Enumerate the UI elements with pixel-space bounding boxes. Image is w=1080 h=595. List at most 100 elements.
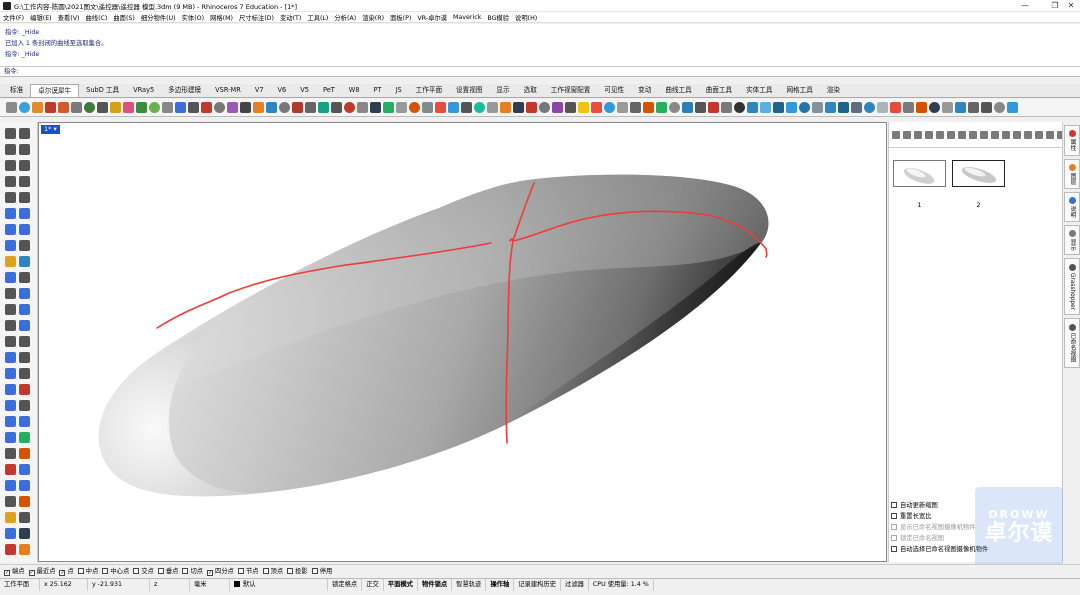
tool-icon[interactable]: [812, 102, 823, 113]
tool-icon[interactable]: [19, 144, 30, 155]
checkbox[interactable]: [182, 568, 189, 574]
tab[interactable]: 渲染: [820, 84, 847, 97]
tool-icon[interactable]: [58, 102, 69, 113]
tool-icon[interactable]: [968, 102, 979, 113]
tool-icon[interactable]: [19, 480, 30, 491]
tab[interactable]: 卓尔谟犀牛: [30, 84, 80, 97]
menu-item[interactable]: Maverick: [453, 14, 481, 21]
tool-icon[interactable]: [773, 102, 784, 113]
remote-body[interactable]: [98, 174, 769, 497]
tool-icon[interactable]: [84, 102, 95, 113]
tool-icon[interactable]: [5, 224, 16, 235]
command-input[interactable]: 指令:: [0, 67, 1080, 77]
panel-tool-icon[interactable]: [958, 130, 966, 139]
tool-icon[interactable]: [760, 102, 771, 113]
side-tab[interactable]: 已命名视图: [1064, 318, 1080, 368]
tool-icon[interactable]: [201, 102, 212, 113]
osnap-checkbox[interactable]: ✓ 最近点: [28, 566, 55, 576]
checkbox[interactable]: ✓: [207, 569, 214, 576]
status-toggle[interactable]: 锁定格点: [328, 578, 363, 591]
tool-icon[interactable]: [253, 102, 264, 113]
osnap-checkbox[interactable]: 中心点: [102, 566, 129, 575]
checkbox[interactable]: [891, 513, 897, 519]
tool-icon[interactable]: [5, 512, 16, 523]
osnap-checkbox[interactable]: 投影: [287, 566, 308, 575]
tool-icon[interactable]: [5, 336, 16, 347]
tool-icon[interactable]: [5, 544, 16, 555]
viewport-label[interactable]: 1* ▾: [41, 125, 60, 134]
status-toggle[interactable]: 物件锁点: [418, 578, 453, 591]
tool-icon[interactable]: [292, 102, 303, 113]
tool-icon[interactable]: [5, 352, 16, 363]
menu-item[interactable]: 工具(L): [307, 13, 328, 22]
close-button[interactable]: ✕: [1062, 0, 1080, 12]
panel-tool-icon[interactable]: [947, 130, 955, 139]
tool-icon[interactable]: [929, 102, 940, 113]
tab[interactable]: 实体工具: [739, 84, 779, 97]
tool-icon[interactable]: [5, 528, 16, 539]
tab[interactable]: SubD 工具: [79, 84, 126, 97]
tool-icon[interactable]: [71, 102, 82, 113]
side-tab[interactable]: 图层: [1064, 159, 1080, 189]
panel-tool-icon[interactable]: [914, 130, 922, 139]
tool-icon[interactable]: [5, 416, 16, 427]
tab[interactable]: V7: [248, 84, 271, 97]
tab[interactable]: W8: [342, 84, 367, 97]
tool-icon[interactable]: [799, 102, 810, 113]
tool-icon[interactable]: [227, 102, 238, 113]
tab[interactable]: 显示: [489, 84, 516, 97]
tool-icon[interactable]: [5, 240, 16, 251]
tool-icon[interactable]: [409, 102, 420, 113]
tool-icon[interactable]: [175, 102, 186, 113]
osnap-checkbox[interactable]: 垂点: [157, 566, 178, 575]
side-tab[interactable]: Grasshopper: [1064, 258, 1080, 315]
tab[interactable]: PT: [367, 84, 389, 97]
tool-icon[interactable]: [19, 256, 30, 267]
checkbox[interactable]: [262, 568, 269, 574]
tool-icon[interactable]: [448, 102, 459, 113]
menu-item[interactable]: 编辑(E): [30, 13, 52, 22]
tool-icon[interactable]: [19, 208, 30, 219]
tab[interactable]: 标准: [3, 84, 30, 97]
checkbox[interactable]: [891, 524, 897, 530]
menu-item[interactable]: 实体(O): [182, 13, 204, 22]
tool-icon[interactable]: [370, 102, 381, 113]
tool-icon[interactable]: [435, 102, 446, 113]
tool-icon[interactable]: [19, 288, 30, 299]
perspective-viewport[interactable]: 1* ▾: [38, 122, 887, 562]
tool-icon[interactable]: [526, 102, 537, 113]
checkbox[interactable]: [311, 568, 318, 574]
osnap-checkbox[interactable]: 交点: [133, 566, 154, 575]
tool-icon[interactable]: [136, 102, 147, 113]
tool-icon[interactable]: [19, 320, 30, 331]
tool-icon[interactable]: [513, 102, 524, 113]
tool-icon[interactable]: [500, 102, 511, 113]
tool-icon[interactable]: [19, 240, 30, 251]
tool-icon[interactable]: [19, 368, 30, 379]
checkbox[interactable]: ✓: [4, 569, 10, 576]
osnap-checkbox[interactable]: ✓ 端点: [4, 566, 25, 576]
tool-icon[interactable]: [318, 102, 329, 113]
tab[interactable]: JS: [389, 84, 409, 97]
menu-item[interactable]: 变动(T): [280, 13, 301, 22]
side-tab[interactable]: 显示: [1064, 225, 1080, 255]
tool-icon[interactable]: [695, 102, 706, 113]
tool-icon[interactable]: [162, 102, 173, 113]
menu-item[interactable]: 尺寸标注(D): [239, 13, 274, 22]
tool-icon[interactable]: [903, 102, 914, 113]
tool-icon[interactable]: [5, 432, 16, 443]
panel-tool-icon[interactable]: [969, 130, 977, 139]
tab[interactable]: V5: [293, 84, 316, 97]
tab[interactable]: VSR-MR: [208, 84, 248, 97]
tab[interactable]: 选取: [517, 84, 544, 97]
tab[interactable]: 变动: [631, 84, 658, 97]
checkbox[interactable]: ✓: [28, 569, 35, 576]
tool-icon[interactable]: [45, 102, 56, 113]
checkbox[interactable]: [133, 568, 140, 574]
tool-icon[interactable]: [19, 336, 30, 347]
tool-icon[interactable]: [994, 102, 1005, 113]
status-toggle[interactable]: 记录建构历史: [514, 578, 562, 591]
tool-icon[interactable]: [747, 102, 758, 113]
tool-icon[interactable]: [19, 304, 30, 315]
tool-icon[interactable]: [19, 544, 30, 555]
